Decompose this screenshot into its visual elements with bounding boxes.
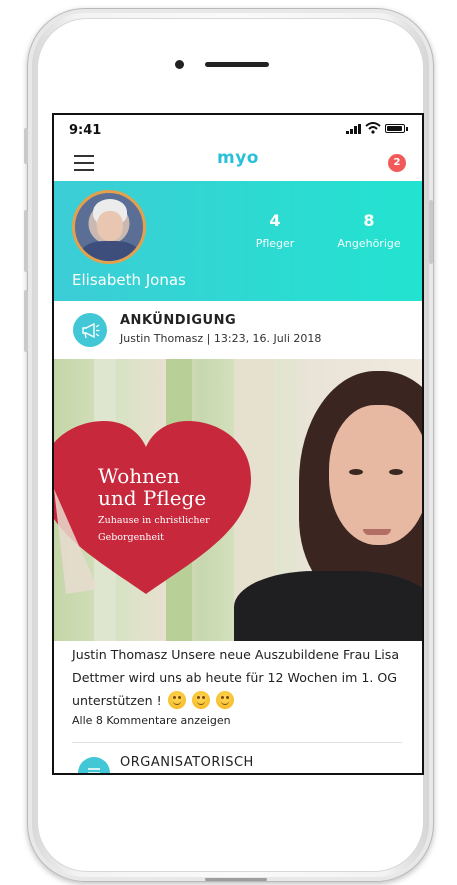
list-icon xyxy=(78,757,110,773)
power-button xyxy=(429,200,433,264)
stat-value: 4 xyxy=(269,211,281,230)
signal-icon xyxy=(346,124,361,134)
app-logo: myo xyxy=(217,148,259,168)
app-screen: 9:41 myo 2 Elisabeth Jonas 4 Pfleger 8 A… xyxy=(52,113,424,775)
status-bar: 9:41 xyxy=(54,115,422,145)
earpiece-speaker xyxy=(205,62,269,67)
next-post-category: ORGANISATORISCH xyxy=(120,755,254,770)
stat-value: 8 xyxy=(363,211,375,230)
caption-text: Justin Thomasz Unsere neue Auszubildene … xyxy=(72,647,400,708)
stat-label: Pfleger xyxy=(255,237,295,250)
smile-emoji-icon xyxy=(167,691,186,709)
woman-face xyxy=(329,405,422,545)
woman-body xyxy=(234,571,422,641)
post-header: ANKÜNDIGUNG Justin Thomasz | 13:23, 16. … xyxy=(54,301,422,359)
heart-line-1: Wohnen xyxy=(98,464,180,488)
heart-text: Wohnen und Pflege Zuhause in christliche… xyxy=(98,465,210,543)
avatar[interactable] xyxy=(72,190,146,264)
smile-emoji-icon xyxy=(191,691,210,709)
stat-angehoerige[interactable]: 8 Angehörige xyxy=(332,211,406,250)
top-nav: myo 2 xyxy=(54,145,422,181)
volume-down-button xyxy=(24,290,28,352)
post-meta: Justin Thomasz | 13:23, 16. Juli 2018 xyxy=(120,332,322,345)
volume-up-button xyxy=(24,210,28,272)
mute-switch xyxy=(24,128,28,164)
post-divider xyxy=(72,742,402,743)
megaphone-icon xyxy=(73,313,107,347)
front-camera xyxy=(175,60,184,69)
post-image[interactable]: Wohnen und Pflege Zuhause in christliche… xyxy=(54,359,422,641)
comments-link[interactable]: Alle 8 Kommentare anzeigen xyxy=(72,714,231,727)
profile-header: Elisabeth Jonas 4 Pfleger 8 Angehörige xyxy=(54,181,422,301)
wifi-icon xyxy=(365,122,381,134)
bottom-edge xyxy=(205,878,267,881)
post-caption: Justin Thomasz Unsere neue Auszubildene … xyxy=(72,643,414,712)
smile-emoji-icon xyxy=(215,691,234,709)
battery-icon xyxy=(385,124,408,133)
stat-label: Angehörige xyxy=(337,237,401,250)
heart-tagline-1: Zuhause in christlicher xyxy=(98,515,210,526)
status-time: 9:41 xyxy=(69,123,102,138)
notification-badge[interactable]: 2 xyxy=(388,154,406,172)
heart-tagline-2: Geborgenheit xyxy=(98,532,164,543)
post-category: ANKÜNDIGUNG xyxy=(120,313,237,328)
profile-name: Elisabeth Jonas xyxy=(72,271,186,289)
heart-line-2: und Pflege xyxy=(98,486,207,510)
stat-pfleger[interactable]: 4 Pfleger xyxy=(249,211,301,250)
